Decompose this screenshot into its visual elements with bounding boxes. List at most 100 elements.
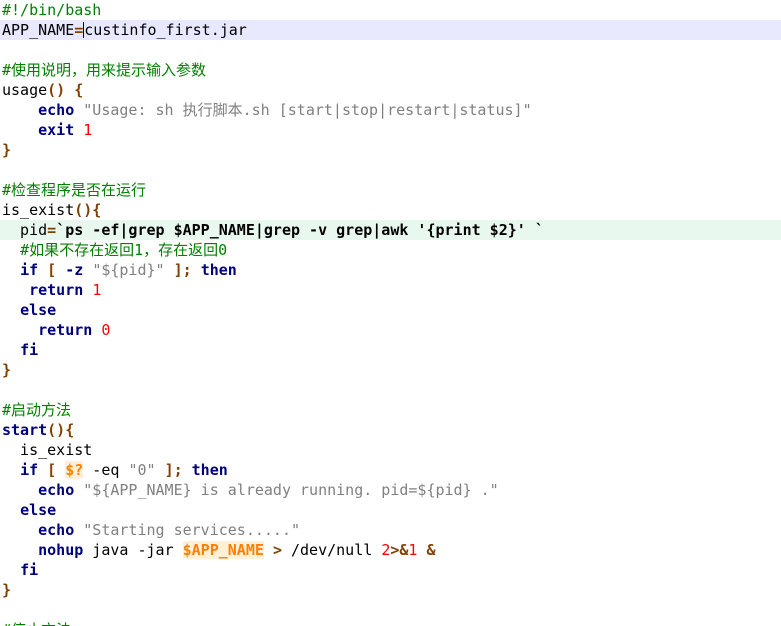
code-token-op: & bbox=[426, 541, 436, 559]
code-token-kw: echo bbox=[38, 481, 75, 499]
code-token-plain: java -jar bbox=[83, 541, 183, 559]
code-token-kw: else bbox=[20, 501, 57, 519]
code-line[interactable] bbox=[0, 380, 781, 400]
code-token-comment: #如果不存在返回1，存在返回0 bbox=[20, 241, 228, 259]
code-line[interactable]: echo "Starting services....." bbox=[0, 520, 781, 540]
code-token-num: 0 bbox=[101, 321, 111, 339]
code-line[interactable]: return 1 bbox=[0, 280, 781, 300]
code-line[interactable]: fi bbox=[0, 340, 781, 360]
code-token-str: "Usage: sh 执行脚本.sh [start|stop|restart|s… bbox=[83, 101, 532, 119]
code-line[interactable]: nohup java -jar $APP_NAME > /dev/null 2>… bbox=[0, 540, 781, 560]
code-token-kw: if bbox=[20, 461, 39, 479]
code-line[interactable]: else bbox=[0, 500, 781, 520]
code-line[interactable]: if [ $? -eq "0" ]; then bbox=[0, 460, 781, 480]
code-line[interactable]: } bbox=[0, 140, 781, 160]
code-token-var: $? bbox=[65, 461, 84, 479]
code-line[interactable]: echo "Usage: sh 执行脚本.sh [start|stop|rest… bbox=[0, 100, 781, 120]
code-token-kw: fi bbox=[20, 561, 39, 579]
code-token-plain: custinfo_first.jar bbox=[84, 21, 247, 39]
code-token-kw: echo bbox=[38, 101, 75, 119]
code-line[interactable]: else bbox=[0, 300, 781, 320]
code-line[interactable]: exit 1 bbox=[0, 120, 781, 140]
code-token-comment: #启动方法 bbox=[2, 401, 72, 419]
code-line[interactable]: start(){ bbox=[0, 420, 781, 440]
code-line[interactable]: is_exist(){ bbox=[0, 200, 781, 220]
code-token-brace: } bbox=[2, 141, 12, 159]
code-token-num: 1 bbox=[92, 281, 102, 299]
code-token-brace: } bbox=[2, 361, 12, 379]
code-token-kw: fi bbox=[20, 341, 39, 359]
code-token-plain: usage bbox=[2, 81, 48, 99]
code-token-op: = bbox=[47, 221, 57, 239]
code-line[interactable] bbox=[0, 600, 781, 620]
code-token-comment: #使用说明，用来提示输入参数 bbox=[2, 61, 207, 79]
code-token-comment: #停止方法 bbox=[2, 621, 71, 626]
code-line[interactable]: #如果不存在返回1，存在返回0 bbox=[0, 240, 781, 260]
code-token-comment: #检查程序是否在运行 bbox=[2, 181, 147, 199]
code-token-var: $APP_NAME bbox=[182, 541, 264, 559]
code-line[interactable]: usage() { bbox=[0, 80, 781, 100]
code-line[interactable]: } bbox=[0, 580, 781, 600]
code-line[interactable] bbox=[0, 160, 781, 180]
code-token-brace: (){ bbox=[74, 201, 102, 219]
code-token-kw: else bbox=[20, 301, 57, 319]
code-line[interactable]: #停止方法 bbox=[0, 620, 781, 626]
code-line[interactable]: if [ -z "${pid}" ]; then bbox=[0, 260, 781, 280]
code-token-brace: } bbox=[2, 581, 12, 599]
code-editor[interactable]: #!/bin/bash APP_NAME=custinfo_first.jar #使… bbox=[0, 0, 781, 626]
code-token-op: [ bbox=[47, 461, 57, 479]
code-token-op: > bbox=[272, 541, 282, 559]
code-line[interactable]: } bbox=[0, 360, 781, 380]
code-token-kw: echo bbox=[38, 521, 75, 539]
code-token-num: 2 bbox=[381, 541, 391, 559]
code-line[interactable]: return 0 bbox=[0, 320, 781, 340]
code-token-kw: return bbox=[38, 321, 93, 339]
code-token-brace: (){ bbox=[47, 421, 75, 439]
code-line[interactable]: #启动方法 bbox=[0, 400, 781, 420]
code-token-str: "Starting services....." bbox=[83, 521, 301, 539]
code-token-plain: /dev/null bbox=[281, 541, 382, 559]
code-line[interactable]: APP_NAME=custinfo_first.jar bbox=[0, 20, 781, 40]
code-line[interactable]: #使用说明，用来提示输入参数 bbox=[0, 60, 781, 80]
code-line[interactable]: is_exist bbox=[0, 440, 781, 460]
code-token-plain: is_exist bbox=[2, 201, 75, 219]
code-line[interactable]: echo "${APP_NAME} is already running. pi… bbox=[0, 480, 781, 500]
code-token-kw: if bbox=[20, 261, 39, 279]
code-line[interactable] bbox=[0, 40, 781, 60]
code-line[interactable]: fi bbox=[0, 560, 781, 580]
code-line[interactable]: #检查程序是否在运行 bbox=[0, 180, 781, 200]
code-token-kw: then bbox=[191, 461, 228, 479]
code-token-op: ]; bbox=[173, 261, 192, 279]
code-token-op: >& bbox=[390, 541, 409, 559]
code-token-str: "${pid}" bbox=[92, 261, 165, 279]
code-token-kw: nohup bbox=[38, 541, 84, 559]
code-token-num: 1 bbox=[83, 121, 93, 139]
code-line[interactable]: #!/bin/bash bbox=[0, 0, 781, 20]
code-line[interactable]: pid=`ps -ef|grep $APP_NAME|grep -v grep|… bbox=[0, 220, 781, 240]
code-token-op: = bbox=[74, 21, 84, 39]
